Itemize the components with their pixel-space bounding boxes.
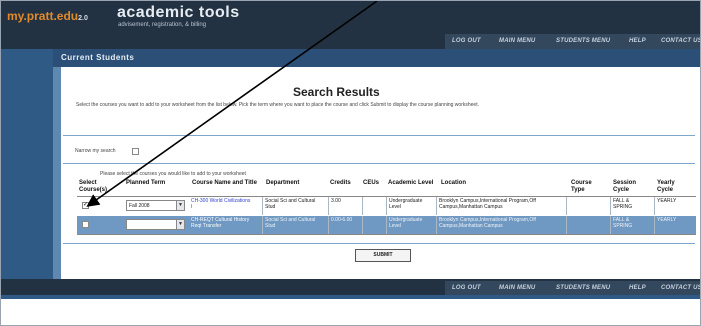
planned-term-select[interactable]: Fall 2008 ▼ xyxy=(126,200,185,211)
nav-log-out[interactable]: Log Out xyxy=(452,34,481,49)
col-header-ceus: CEUs xyxy=(363,180,380,186)
col-header-course-type: Course Type xyxy=(571,180,592,193)
department-cell: Social Sci and Cultural Stud xyxy=(263,216,329,234)
footer-nav-help[interactable]: Help xyxy=(629,281,646,296)
course-cell[interactable]: CH-REQT Cultural History Reqt Transfer xyxy=(189,216,263,234)
select-course-checkbox[interactable]: ✓ xyxy=(82,202,89,209)
left-sidebar xyxy=(1,49,53,279)
narrow-search-label: Narrow my search xyxy=(75,148,116,154)
academic-level-cell: Undergraduate Level xyxy=(387,216,437,234)
planned-term-select[interactable]: ▼ xyxy=(126,219,185,230)
footer-nav-bar: Log Out Main Menu Students Menu Help Con… xyxy=(445,281,700,296)
col-header-course: Course Name and Title xyxy=(192,180,257,186)
nav-contact-us[interactable]: Contact Us xyxy=(661,34,700,49)
footer-nav-main-menu[interactable]: Main Menu xyxy=(499,281,535,296)
app-subtitle: advisement, registration, & billing xyxy=(118,22,207,28)
col-header-academic-level: Academic Level xyxy=(388,180,434,186)
session-cycle-cell: FALL & SPRING xyxy=(611,197,655,215)
location-cell: Brooklyn Campus,International Program,Of… xyxy=(437,197,567,215)
col-header-session-cycle: Session Cycle xyxy=(613,180,637,193)
site-logo[interactable]: my.pratt.edu2.0 xyxy=(7,9,88,23)
chevron-down-icon: ▼ xyxy=(176,201,184,210)
yearly-cycle-cell: YEARLY xyxy=(657,198,677,204)
instructions-text: Select the courses you want to add to yo… xyxy=(76,102,479,108)
col-header-location: Location xyxy=(441,180,466,186)
footer-nav-log-out[interactable]: Log Out xyxy=(452,281,481,296)
col-header-credits: Credits xyxy=(330,180,351,186)
department-cell: Social Sci and Cultural Stud xyxy=(263,197,329,215)
browser-frame: my.pratt.edu2.0 academic tools advisemen… xyxy=(0,0,701,326)
nav-students-menu[interactable]: Students Menu xyxy=(556,34,610,49)
narrow-search-checkbox[interactable] xyxy=(132,148,139,155)
col-header-department: Department xyxy=(266,180,300,186)
top-nav-bar: Log Out Main Menu Students Menu Help Con… xyxy=(445,34,700,49)
divider xyxy=(63,243,695,244)
submit-button[interactable]: SUBMIT xyxy=(355,249,411,262)
col-header-select: Select Course(s) xyxy=(79,180,108,193)
chevron-down-icon: ▼ xyxy=(176,220,184,229)
table-row: ▼ CH-REQT Cultural History Reqt Transfer… xyxy=(77,216,696,235)
table-row: ✓ Fall 2008 ▼ CH-300 World Civilizations … xyxy=(77,196,696,215)
credits-cell: 3.00 xyxy=(329,197,363,215)
select-courses-prompt: Please select the courses you would like… xyxy=(100,171,246,177)
academic-level-cell: Undergraduate Level xyxy=(387,197,437,215)
divider xyxy=(63,135,695,136)
nav-main-menu[interactable]: Main Menu xyxy=(499,34,535,49)
app-title: academic tools xyxy=(117,4,240,21)
session-cycle-cell: FALL & SPRING xyxy=(611,216,655,234)
footer-nav-students-menu[interactable]: Students Menu xyxy=(556,281,610,296)
ceus-cell xyxy=(363,197,387,215)
select-course-checkbox[interactable] xyxy=(82,221,89,228)
footer-accent-strip xyxy=(1,295,700,299)
divider xyxy=(63,163,695,164)
location-cell: Brooklyn Campus,International Program,Of… xyxy=(437,216,567,234)
row-divider xyxy=(77,234,696,235)
credits-cell: 0.00-6.00 xyxy=(329,216,363,234)
col-header-planned-term: Planned Term xyxy=(126,180,166,186)
course-type-cell xyxy=(567,197,611,215)
page-heading: Search Results xyxy=(293,85,380,99)
ceus-cell xyxy=(363,216,387,234)
footer-nav-contact-us[interactable]: Contact Us xyxy=(661,281,700,296)
course-cell[interactable]: CH-300 World Civilizations I xyxy=(189,197,263,215)
section-title: Current Students xyxy=(61,53,135,62)
col-header-yearly-cycle: Yearly Cycle xyxy=(657,180,675,193)
nav-help[interactable]: Help xyxy=(629,34,646,49)
course-type-cell xyxy=(567,216,611,234)
yearly-cycle-cell: YEARLY xyxy=(657,217,677,223)
